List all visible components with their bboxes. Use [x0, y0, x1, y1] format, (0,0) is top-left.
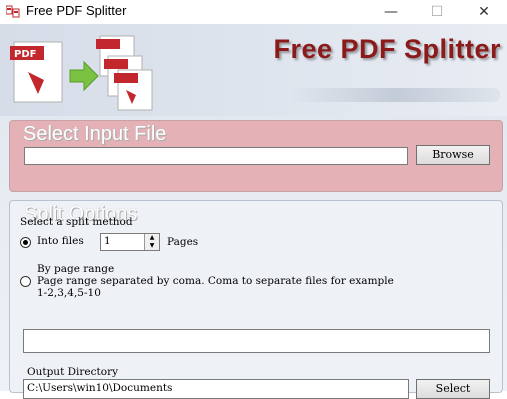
page-range-radio[interactable] [20, 276, 31, 287]
page-range-help-line2: 1-2,3,4,5-10 [37, 287, 101, 299]
header-banner: PDF Free PDF Splitter [0, 24, 507, 116]
into-files-radio[interactable] [20, 237, 31, 248]
page-range-help-line1: Page range separated by coma. Coma to se… [37, 275, 394, 287]
select-directory-button[interactable]: Select [416, 379, 490, 399]
input-file-field[interactable] [24, 147, 408, 165]
stepper-down-icon[interactable]: ▼ [145, 242, 159, 250]
title-bar: Free PDF Splitter — ☐ ✕ [0, 0, 507, 24]
browse-button[interactable]: Browse [416, 145, 490, 165]
split-options-panel: Split Options Select a split method Into… [9, 200, 503, 399]
brand-title: Free PDF Splitter [273, 34, 501, 64]
pages-label: Pages [167, 236, 199, 248]
pdf-split-logo-icon: PDF [10, 35, 153, 111]
split-method-label: Select a split method [20, 216, 133, 228]
stepper-buttons: ▲ ▼ [144, 234, 159, 250]
input-file-heading: Select Input File [23, 123, 167, 145]
close-button[interactable]: ✕ [461, 0, 507, 24]
files-count-stepper[interactable]: 1 ▲ ▼ [100, 233, 160, 251]
svg-text:PDF: PDF [14, 49, 36, 60]
header-decoration [290, 88, 500, 102]
maximize-button[interactable]: ☐ [414, 0, 460, 24]
files-count-value: 1 [104, 235, 111, 247]
app-icon [6, 5, 20, 18]
output-directory-field[interactable]: C:\Users\win10\Documents [23, 379, 409, 399]
into-files-label: Into files [37, 235, 84, 247]
page-range-input[interactable] [23, 329, 490, 353]
input-file-panel: Select Input File Browse [9, 120, 503, 192]
page-range-label: By page range [37, 263, 115, 275]
window-title: Free PDF Splitter [26, 3, 127, 18]
main-content: PDF Free PDF Splitter Select Input File … [0, 24, 507, 399]
minimize-button[interactable]: — [368, 0, 414, 24]
output-directory-label: Output Directory [27, 366, 119, 378]
